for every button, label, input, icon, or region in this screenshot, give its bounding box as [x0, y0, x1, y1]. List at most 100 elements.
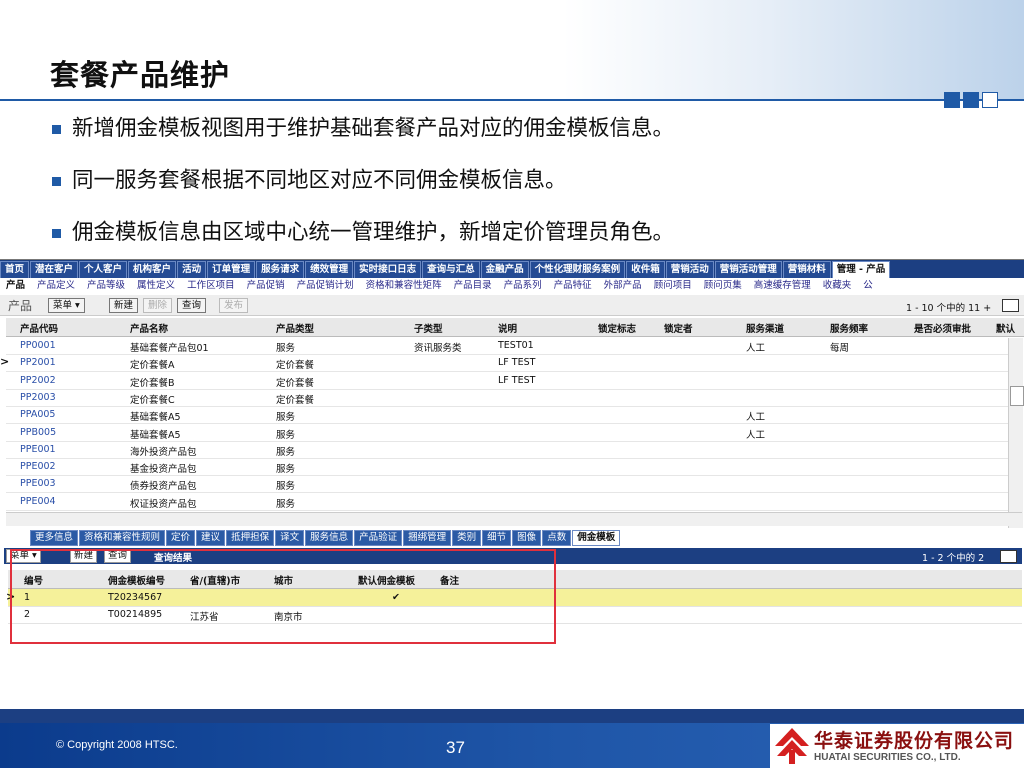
- vertical-scrollbar[interactable]: [1008, 338, 1024, 528]
- main-tab[interactable]: 活动: [177, 261, 207, 278]
- product-code-link[interactable]: PPE001: [20, 444, 56, 455]
- product-code-link[interactable]: PPB005: [20, 427, 56, 438]
- product-code-link[interactable]: PPE002: [20, 461, 56, 472]
- bullet-item: 同一服务套餐根据不同地区对应不同佣金模板信息。: [52, 164, 674, 216]
- query-button[interactable]: 查询: [177, 298, 207, 313]
- table-row[interactable]: PP0001 基础套餐产品包01 服务 资讯服务类 TEST01 人工 每周: [6, 337, 1009, 355]
- sub-tab[interactable]: 收藏夹: [817, 278, 858, 293]
- publish-button[interactable]: 发布: [219, 298, 249, 313]
- table-row[interactable]: PPE003 债券投资产品包 服务: [6, 475, 1009, 494]
- detail-tab[interactable]: 细节: [482, 530, 512, 546]
- column-header[interactable]: 锁定标志: [598, 321, 636, 335]
- detail-tab[interactable]: 资格和兼容性规则: [79, 530, 166, 546]
- detail-tab[interactable]: 建议: [196, 530, 226, 546]
- column-header[interactable]: 子类型: [414, 321, 443, 335]
- column-header[interactable]: 锁定者: [664, 321, 693, 335]
- main-tab[interactable]: 机构客户: [128, 261, 177, 278]
- horizontal-scrollbar[interactable]: [6, 512, 1022, 526]
- scroll-thumb[interactable]: [1010, 386, 1024, 406]
- table-cell: 每周: [830, 343, 850, 354]
- column-header[interactable]: 产品代码: [20, 321, 58, 335]
- detail-tab-bar: 更多信息 资格和兼容性规则 定价 建议 抵押担保 译文 服务信息 产品验证 捆绑管理 类别 细节 图像…: [30, 530, 621, 546]
- sub-pager-menu-icon[interactable]: [1000, 550, 1017, 563]
- main-tab[interactable]: 实时接口日志: [354, 261, 422, 278]
- column-header[interactable]: 是否必须审批: [914, 321, 971, 335]
- bullet-text: 同一服务套餐根据不同地区对应不同佣金模板信息。: [72, 168, 567, 193]
- sub-tab[interactable]: 产品系列: [498, 278, 548, 293]
- sub-tab[interactable]: 高速缓存管理: [748, 278, 817, 293]
- table-row[interactable]: PPE004 权证投资产品包 服务: [6, 493, 1009, 511]
- product-list: 产品代码 产品名称 产品类型 子类型 说明 锁定标志 锁定者 服务渠道 服务频率 是否必须审批 默认…: [0, 318, 1024, 514]
- table-cell: 基础套餐A5: [130, 429, 181, 441]
- product-code-link[interactable]: PP0001: [20, 340, 56, 351]
- menu-button[interactable]: 菜单 ▾: [48, 298, 85, 313]
- main-tab[interactable]: 营销活动: [665, 261, 714, 278]
- product-code-link[interactable]: PP2003: [20, 392, 56, 403]
- crm-screenshot: 首页 潜在客户 个人客户 机构客户 活动 订单管理 服务请求 绩效管理 实时接口日志 查询与汇总金…: [0, 259, 1024, 720]
- product-code-link[interactable]: PP2002: [20, 375, 56, 386]
- sub-tab[interactable]: 产品促销计划: [291, 278, 360, 293]
- detail-tab[interactable]: 定价: [166, 530, 196, 546]
- main-tab[interactable]: 个人客户: [79, 261, 128, 278]
- detail-tab[interactable]: 点数: [542, 530, 572, 546]
- table-row[interactable]: > PP2001 定价套餐A 定价套餐 LF TEST: [0, 354, 1009, 373]
- bullet-icon: [52, 177, 61, 186]
- detail-tab[interactable]: 译文: [275, 530, 305, 546]
- column-header[interactable]: 服务频率: [830, 321, 868, 335]
- main-tab[interactable]: 绩效管理: [305, 261, 354, 278]
- sub-tab[interactable]: 产品等级: [81, 278, 131, 293]
- sub-tab[interactable]: 顾问项目: [648, 278, 698, 293]
- table-cell: 服务: [276, 464, 296, 476]
- table-cell: 人工: [746, 412, 766, 424]
- table-row[interactable]: PP2002 定价套餐B 定价套餐 LF TEST: [6, 372, 1009, 390]
- main-tab[interactable]: 个性化理财服务案例: [529, 261, 626, 278]
- sub-tab[interactable]: 资格和兼容性矩阵: [360, 278, 448, 293]
- column-header[interactable]: 产品名称: [130, 321, 168, 335]
- pager-menu-icon[interactable]: [1002, 299, 1019, 312]
- column-header[interactable]: 默认: [996, 321, 1015, 335]
- sub-tab[interactable]: 产品定义: [31, 278, 81, 293]
- table-row[interactable]: PPB005 基础套餐A5 服务 人工: [6, 424, 1009, 442]
- detail-tab[interactable]: 抵押担保: [226, 530, 275, 546]
- bullet-icon: [52, 229, 61, 238]
- main-tab[interactable]: 服务请求: [256, 261, 305, 278]
- main-tab[interactable]: 营销材料: [782, 261, 831, 278]
- product-code-link[interactable]: PP2001: [20, 357, 56, 368]
- main-tab[interactable]: 订单管理: [207, 261, 256, 278]
- delete-button[interactable]: 删除: [143, 298, 173, 313]
- sub-tab[interactable]: 产品: [0, 278, 31, 293]
- detail-tab[interactable]: 类别: [452, 530, 482, 546]
- detail-tab[interactable]: 服务信息: [305, 530, 354, 546]
- detail-tab[interactable]: 产品验证: [354, 530, 403, 546]
- main-tab[interactable]: 查询与汇总: [422, 261, 480, 278]
- sub-tab[interactable]: 属性定义: [131, 278, 181, 293]
- new-button[interactable]: 新建: [109, 298, 139, 313]
- table-row[interactable]: PPA005 基础套餐A5 服务 人工: [6, 406, 1009, 425]
- column-header[interactable]: 说明: [498, 321, 517, 335]
- main-tab[interactable]: 收件箱: [626, 261, 665, 278]
- detail-tab[interactable]: 更多信息: [30, 530, 79, 546]
- column-header[interactable]: 产品类型: [276, 321, 314, 335]
- sub-tab[interactable]: 产品目录: [448, 278, 498, 293]
- sub-tab[interactable]: 产品促销: [241, 278, 291, 293]
- table-row[interactable]: PP2003 定价套餐C 定价套餐: [6, 389, 1009, 407]
- table-row[interactable]: PPE002 基金投资产品包 服务: [6, 458, 1009, 477]
- main-tab[interactable]: 营销活动管理: [714, 261, 782, 278]
- detail-tab[interactable]: 捆绑管理: [403, 530, 452, 546]
- main-tab[interactable]: 金融产品: [480, 261, 529, 278]
- sub-tab[interactable]: 外部产品: [598, 278, 648, 293]
- product-code-link[interactable]: PPE003: [20, 478, 56, 489]
- detail-tab[interactable]: 佣金模板: [572, 530, 621, 546]
- product-code-link[interactable]: PPE004: [20, 496, 56, 507]
- main-tab[interactable]: 潜在客户: [30, 261, 79, 278]
- sub-tab[interactable]: 工作区项目: [181, 278, 241, 293]
- main-tab[interactable]: 管理 - 产品: [831, 261, 891, 278]
- detail-tab[interactable]: 图像: [512, 530, 542, 546]
- sub-tab[interactable]: 产品特征: [548, 278, 598, 293]
- product-code-link[interactable]: PPA005: [20, 409, 55, 420]
- table-row[interactable]: PPE001 海外投资产品包 服务: [6, 441, 1009, 459]
- column-header[interactable]: 服务渠道: [746, 321, 784, 335]
- sub-tab[interactable]: 顾问页集: [698, 278, 748, 293]
- sub-tab[interactable]: 公: [857, 278, 879, 293]
- main-tab[interactable]: 首页: [0, 261, 30, 278]
